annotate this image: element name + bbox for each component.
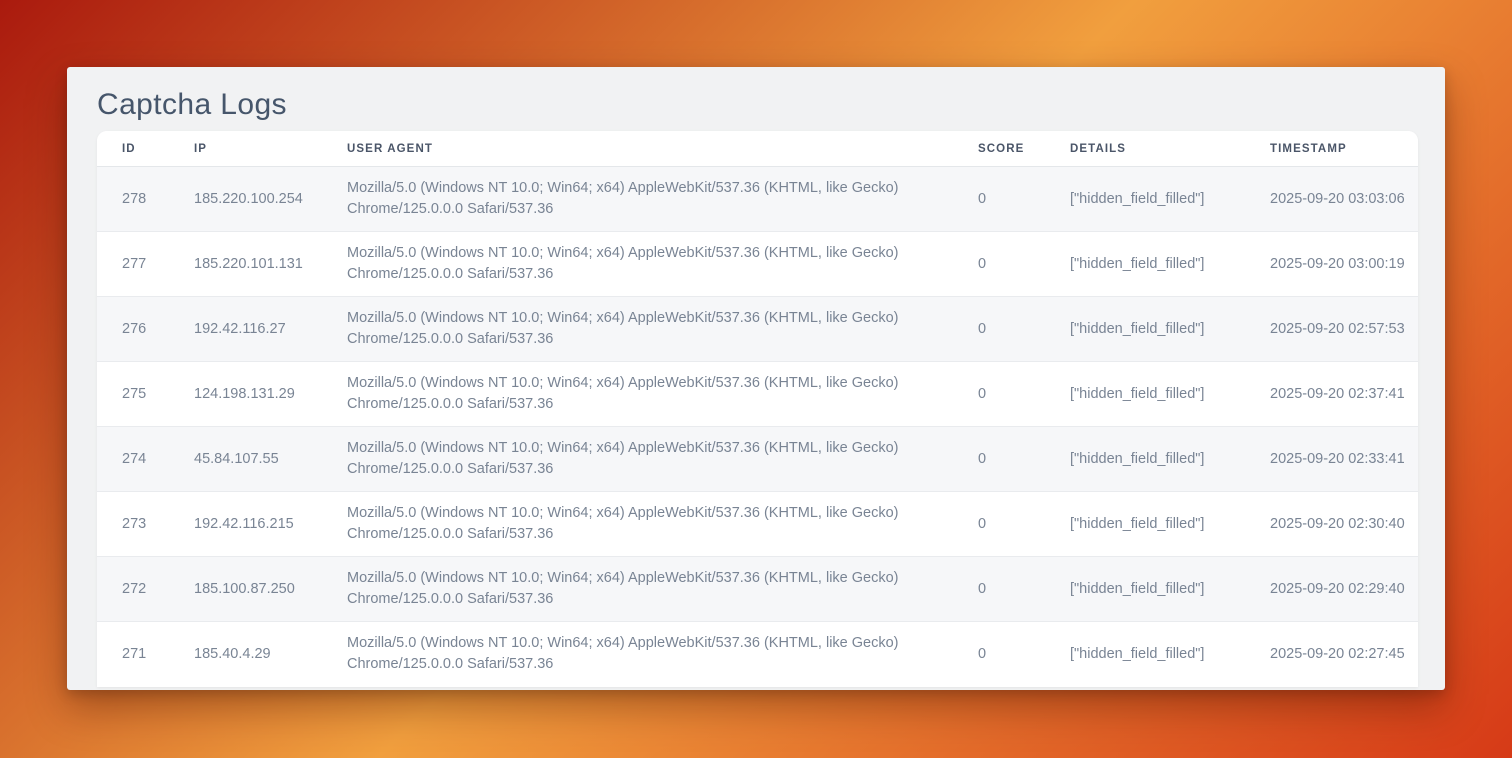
cell-timestamp: 2025-09-20 02:27:45 (1245, 622, 1418, 687)
cell-ip: 45.84.107.55 (169, 427, 322, 492)
logs-table-container: ID IP USER AGENT SCORE DETAILS TIMESTAMP… (97, 131, 1418, 687)
table-row: 272 185.100.87.250 Mozilla/5.0 (Windows … (97, 557, 1418, 622)
table-body: 278 185.220.100.254 Mozilla/5.0 (Windows… (97, 167, 1418, 687)
page-title: Captcha Logs (97, 87, 1418, 123)
column-header-user-agent: USER AGENT (322, 131, 953, 167)
cell-ip: 185.220.100.254 (169, 167, 322, 232)
column-header-id: ID (97, 131, 169, 167)
cell-timestamp: 2025-09-20 03:03:06 (1245, 167, 1418, 232)
table-row: 276 192.42.116.27 Mozilla/5.0 (Windows N… (97, 297, 1418, 362)
cell-id: 278 (97, 167, 169, 232)
table-header: ID IP USER AGENT SCORE DETAILS TIMESTAMP (97, 131, 1418, 167)
cell-score: 0 (953, 232, 1045, 297)
cell-ip: 124.198.131.29 (169, 362, 322, 427)
cell-ip: 185.220.101.131 (169, 232, 322, 297)
logs-table: ID IP USER AGENT SCORE DETAILS TIMESTAMP… (97, 131, 1418, 687)
column-header-timestamp: TIMESTAMP (1245, 131, 1418, 167)
cell-timestamp: 2025-09-20 03:00:19 (1245, 232, 1418, 297)
cell-details: ["hidden_field_filled"] (1045, 167, 1245, 232)
cell-timestamp: 2025-09-20 02:57:53 (1245, 297, 1418, 362)
cell-timestamp: 2025-09-20 02:37:41 (1245, 362, 1418, 427)
cell-id: 271 (97, 622, 169, 687)
column-header-details: DETAILS (1045, 131, 1245, 167)
cell-user-agent: Mozilla/5.0 (Windows NT 10.0; Win64; x64… (322, 362, 953, 427)
column-header-ip: IP (169, 131, 322, 167)
cell-score: 0 (953, 167, 1045, 232)
cell-user-agent: Mozilla/5.0 (Windows NT 10.0; Win64; x64… (322, 232, 953, 297)
table-row: 278 185.220.100.254 Mozilla/5.0 (Windows… (97, 167, 1418, 232)
table-row: 271 185.40.4.29 Mozilla/5.0 (Windows NT … (97, 622, 1418, 687)
cell-details: ["hidden_field_filled"] (1045, 622, 1245, 687)
table-row: 277 185.220.101.131 Mozilla/5.0 (Windows… (97, 232, 1418, 297)
cell-user-agent: Mozilla/5.0 (Windows NT 10.0; Win64; x64… (322, 622, 953, 687)
cell-details: ["hidden_field_filled"] (1045, 297, 1245, 362)
table-row: 274 45.84.107.55 Mozilla/5.0 (Windows NT… (97, 427, 1418, 492)
cell-user-agent: Mozilla/5.0 (Windows NT 10.0; Win64; x64… (322, 167, 953, 232)
cell-timestamp: 2025-09-20 02:33:41 (1245, 427, 1418, 492)
cell-details: ["hidden_field_filled"] (1045, 492, 1245, 557)
cell-id: 272 (97, 557, 169, 622)
cell-ip: 192.42.116.215 (169, 492, 322, 557)
cell-user-agent: Mozilla/5.0 (Windows NT 10.0; Win64; x64… (322, 557, 953, 622)
cell-user-agent: Mozilla/5.0 (Windows NT 10.0; Win64; x64… (322, 492, 953, 557)
cell-timestamp: 2025-09-20 02:29:40 (1245, 557, 1418, 622)
cell-ip: 192.42.116.27 (169, 297, 322, 362)
cell-id: 274 (97, 427, 169, 492)
table-row: 275 124.198.131.29 Mozilla/5.0 (Windows … (97, 362, 1418, 427)
cell-id: 277 (97, 232, 169, 297)
cell-score: 0 (953, 557, 1045, 622)
cell-score: 0 (953, 492, 1045, 557)
cell-details: ["hidden_field_filled"] (1045, 362, 1245, 427)
cell-details: ["hidden_field_filled"] (1045, 557, 1245, 622)
page-background: { "page": { "title": "Captcha Logs" }, "… (0, 0, 1512, 758)
cell-id: 275 (97, 362, 169, 427)
cell-id: 273 (97, 492, 169, 557)
cell-user-agent: Mozilla/5.0 (Windows NT 10.0; Win64; x64… (322, 297, 953, 362)
captcha-logs-card: Captcha Logs ID IP USER AGENT SCORE DETA… (67, 67, 1445, 690)
cell-score: 0 (953, 297, 1045, 362)
cell-score: 0 (953, 362, 1045, 427)
cell-timestamp: 2025-09-20 02:30:40 (1245, 492, 1418, 557)
cell-id: 276 (97, 297, 169, 362)
cell-user-agent: Mozilla/5.0 (Windows NT 10.0; Win64; x64… (322, 427, 953, 492)
cell-score: 0 (953, 427, 1045, 492)
cell-details: ["hidden_field_filled"] (1045, 427, 1245, 492)
table-row: 273 192.42.116.215 Mozilla/5.0 (Windows … (97, 492, 1418, 557)
cell-score: 0 (953, 622, 1045, 687)
cell-ip: 185.100.87.250 (169, 557, 322, 622)
column-header-score: SCORE (953, 131, 1045, 167)
cell-details: ["hidden_field_filled"] (1045, 232, 1245, 297)
cell-ip: 185.40.4.29 (169, 622, 322, 687)
